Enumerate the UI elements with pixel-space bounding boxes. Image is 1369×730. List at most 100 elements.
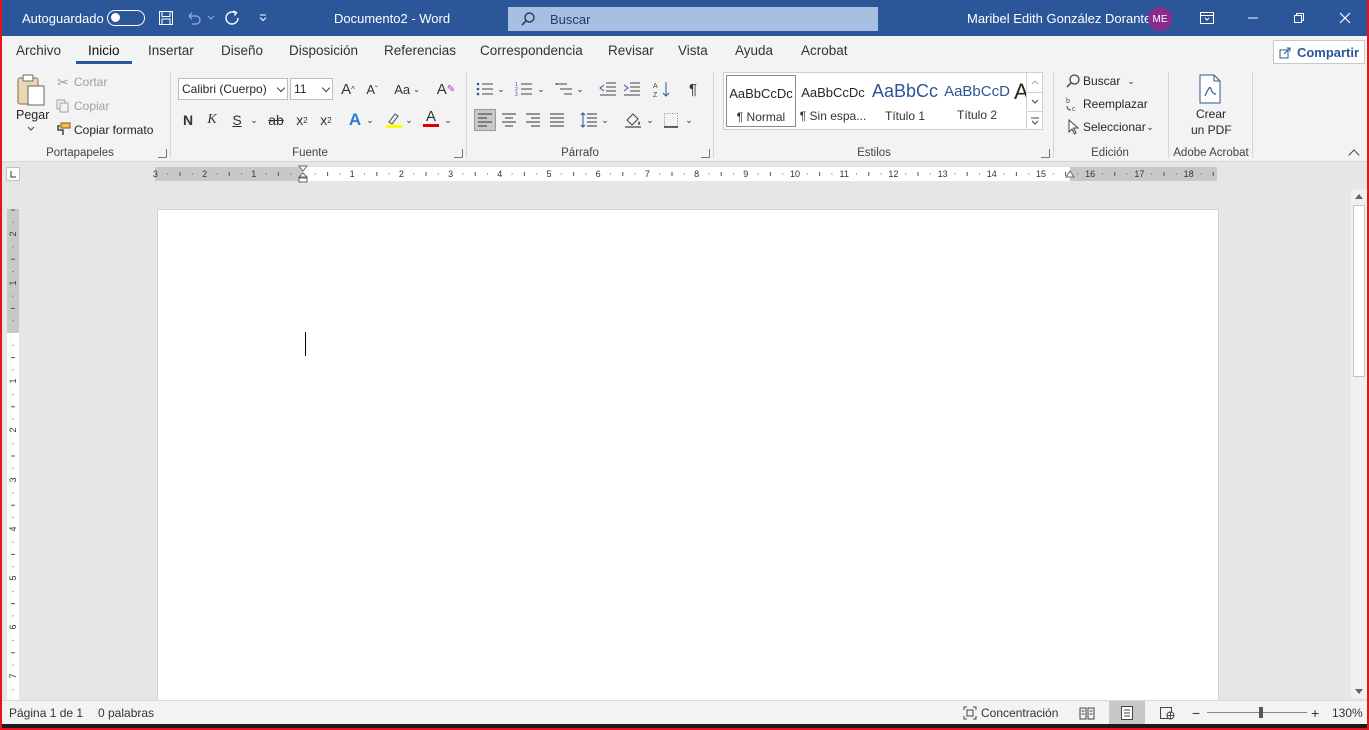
find-icon[interactable] bbox=[1064, 72, 1082, 90]
replace-button[interactable]: Reemplazar bbox=[1083, 97, 1148, 111]
styles-launcher-icon[interactable] bbox=[1041, 149, 1050, 158]
highlight-dropdown-icon[interactable]: ⌄ bbox=[404, 110, 414, 130]
shading-dropdown-icon[interactable]: ⌄ bbox=[645, 109, 655, 131]
tab-acrobat[interactable]: Acrobat bbox=[801, 36, 848, 66]
italic-icon[interactable]: K bbox=[203, 110, 221, 130]
bold-icon[interactable]: N bbox=[179, 110, 197, 130]
borders-dropdown-icon[interactable]: ⌄ bbox=[684, 109, 694, 131]
read-mode-icon[interactable] bbox=[1069, 701, 1105, 725]
clipboard-launcher-icon[interactable] bbox=[158, 149, 167, 158]
undo-icon[interactable] bbox=[183, 0, 205, 36]
autosave-toggle[interactable] bbox=[107, 10, 145, 26]
sort-icon[interactable]: AZ bbox=[651, 79, 673, 99]
focus-mode-button[interactable]: Concentración bbox=[963, 701, 1058, 725]
align-right-icon[interactable] bbox=[522, 109, 544, 131]
zoom-in-icon[interactable]: + bbox=[1311, 701, 1319, 725]
first-line-indent-marker[interactable] bbox=[298, 165, 308, 183]
shading-icon[interactable] bbox=[622, 109, 644, 131]
style-normal[interactable]: AaBbCcDc ¶ Normal bbox=[726, 75, 796, 127]
line-spacing-dropdown-icon[interactable]: ⌄ bbox=[600, 109, 610, 131]
create-pdf-line1[interactable]: Crear bbox=[1196, 107, 1226, 121]
clear-formatting-icon[interactable]: A ✎ bbox=[436, 79, 456, 99]
page-count[interactable]: Página 1 de 1 bbox=[9, 701, 83, 725]
bullets-icon[interactable] bbox=[474, 79, 496, 99]
numbering-dropdown-icon[interactable]: ⌄ bbox=[536, 79, 546, 99]
copy-button[interactable]: Copiar bbox=[74, 99, 109, 113]
horizontal-ruler[interactable]: 3 2 1 1 2 3 4 5 6 7 8 9 10 11 12 13 14 15 16 17 18 bbox=[153, 165, 1217, 183]
save-icon[interactable] bbox=[155, 0, 177, 36]
tab-ayuda[interactable]: Ayuda bbox=[735, 36, 773, 66]
grow-font-icon[interactable]: A ^ bbox=[338, 79, 358, 99]
shrink-font-icon[interactable]: Aˇ bbox=[362, 79, 382, 99]
zoom-level[interactable]: 130% bbox=[1332, 701, 1363, 725]
paragraph-launcher-icon[interactable] bbox=[701, 149, 710, 158]
cut-icon[interactable]: ✂ bbox=[55, 74, 71, 90]
select-icon[interactable] bbox=[1064, 118, 1082, 136]
tab-disposicion[interactable]: Disposición bbox=[289, 36, 358, 66]
increase-indent-icon[interactable] bbox=[621, 79, 643, 99]
highlight-icon[interactable] bbox=[382, 110, 404, 130]
scroll-thumb[interactable] bbox=[1353, 205, 1365, 377]
styles-scroll-down-icon[interactable] bbox=[1026, 92, 1042, 110]
style-heading-2[interactable]: AaBbCcD Título 2 bbox=[942, 75, 1012, 127]
tab-selector[interactable] bbox=[6, 167, 20, 181]
paste-dropdown-icon[interactable] bbox=[25, 124, 37, 134]
create-pdf-line2[interactable]: un PDF bbox=[1191, 123, 1232, 137]
restore-icon[interactable] bbox=[1276, 0, 1322, 36]
share-button[interactable]: Compartir bbox=[1273, 40, 1365, 64]
web-layout-icon[interactable] bbox=[1149, 701, 1185, 725]
find-button[interactable]: Buscar bbox=[1083, 74, 1120, 88]
zoom-slider-thumb[interactable] bbox=[1259, 707, 1263, 718]
document-page[interactable] bbox=[157, 209, 1219, 700]
tab-referencias[interactable]: Referencias bbox=[384, 36, 456, 66]
redo-icon[interactable] bbox=[222, 0, 244, 36]
styles-more-icon[interactable] bbox=[1026, 111, 1042, 129]
print-layout-icon[interactable] bbox=[1109, 701, 1145, 725]
avatar[interactable]: ME bbox=[1148, 7, 1172, 31]
ribbon-display-options-icon[interactable] bbox=[1184, 0, 1230, 36]
style-no-spacing[interactable]: AaBbCcDc ¶ Sin espa... bbox=[798, 75, 868, 127]
change-case-icon[interactable]: Aa ⌄ bbox=[392, 79, 422, 99]
tab-revisar[interactable]: Revisar bbox=[608, 36, 654, 66]
font-color-dropdown-icon[interactable]: ⌄ bbox=[443, 110, 453, 130]
bullets-dropdown-icon[interactable]: ⌄ bbox=[496, 79, 506, 99]
undo-dropdown-icon[interactable] bbox=[205, 0, 217, 36]
subscript-icon[interactable]: x2 bbox=[292, 110, 312, 130]
format-painter-icon[interactable] bbox=[55, 121, 71, 137]
numbering-icon[interactable]: 123 bbox=[513, 79, 535, 99]
text-effects-dropdown-icon[interactable]: ⌄ bbox=[365, 110, 375, 130]
zoom-slider-track[interactable] bbox=[1207, 712, 1307, 713]
customize-toolbar-icon[interactable] bbox=[252, 0, 274, 36]
copy-icon[interactable] bbox=[55, 98, 71, 114]
style-heading-1[interactable]: AaBbCc Título 1 bbox=[870, 75, 940, 127]
minimize-icon[interactable] bbox=[1230, 0, 1276, 36]
create-pdf-icon[interactable] bbox=[1196, 73, 1224, 105]
user-name[interactable]: Maribel Edith González Dorantes bbox=[967, 0, 1158, 36]
tab-correspondencia[interactable]: Correspondencia bbox=[480, 36, 583, 66]
tab-insertar[interactable]: Insertar bbox=[148, 36, 194, 66]
line-spacing-icon[interactable] bbox=[578, 109, 600, 131]
multilevel-dropdown-icon[interactable]: ⌄ bbox=[575, 79, 585, 99]
align-left-icon[interactable] bbox=[474, 109, 496, 131]
superscript-icon[interactable]: x2 bbox=[316, 110, 336, 130]
paste-button[interactable]: Pegar bbox=[16, 108, 49, 122]
strikethrough-icon[interactable]: ab bbox=[266, 110, 286, 130]
styles-scroll-up-icon[interactable] bbox=[1026, 73, 1042, 91]
paste-icon[interactable] bbox=[14, 72, 48, 108]
vertical-scrollbar[interactable] bbox=[1351, 189, 1367, 698]
format-painter-button[interactable]: Copiar formato bbox=[74, 123, 153, 137]
word-count[interactable]: 0 palabras bbox=[98, 701, 154, 725]
search-input[interactable]: Buscar bbox=[508, 7, 878, 31]
close-icon[interactable] bbox=[1322, 0, 1368, 36]
tab-inicio[interactable]: Inicio bbox=[76, 36, 131, 66]
find-dropdown-icon[interactable]: ⌄ bbox=[1125, 72, 1137, 90]
underline-dropdown-icon[interactable]: ⌄ bbox=[248, 110, 260, 130]
underline-icon[interactable]: S bbox=[228, 110, 246, 130]
right-indent-marker[interactable] bbox=[1065, 169, 1075, 181]
tab-vista[interactable]: Vista bbox=[678, 36, 708, 66]
zoom-out-icon[interactable]: − bbox=[1192, 701, 1200, 725]
font-color-icon[interactable]: A bbox=[420, 108, 442, 128]
decrease-indent-icon[interactable] bbox=[597, 79, 619, 99]
replace-icon[interactable]: bc bbox=[1064, 95, 1082, 113]
scroll-down-icon[interactable] bbox=[1355, 689, 1363, 694]
